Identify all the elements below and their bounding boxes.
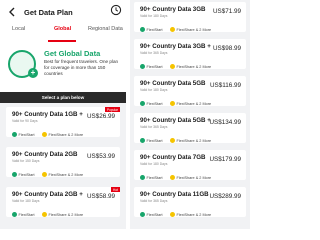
plan-features: FlexiStart FlexiShare & 2 More bbox=[12, 206, 86, 218]
feature-label: FlexiStart bbox=[146, 27, 163, 32]
flexistart-icon bbox=[12, 132, 17, 138]
back-arrow-icon[interactable] bbox=[6, 6, 18, 18]
feature-label: FlexiStart bbox=[18, 172, 35, 177]
flexishare-icon bbox=[170, 212, 175, 218]
tab-regional-data[interactable]: Regional Data bbox=[88, 26, 123, 32]
global-data-promo: + Get Global Data Best for frequent trav… bbox=[0, 44, 126, 92]
plan-card[interactable]: 90+ Country Data 5GB Valid for 180 Days … bbox=[134, 76, 246, 107]
plan-price: US$98.99 bbox=[212, 45, 241, 52]
plan-card[interactable]: Hot 90+ Country Data 2GB + Valid for 180… bbox=[6, 187, 120, 218]
feature-label: FlexiStart bbox=[146, 212, 163, 217]
active-tab-indicator bbox=[48, 40, 76, 42]
flexistart-icon bbox=[140, 175, 145, 181]
plan-card[interactable]: 90+ Country Data 3GB + Valid for 365 Day… bbox=[134, 39, 246, 70]
feature-label: FlexiStart bbox=[18, 212, 35, 217]
promo-subtitle: Best for frequent travelers. One plan fo… bbox=[44, 59, 119, 76]
flexistart-icon bbox=[140, 101, 145, 107]
plan-price: US$179.99 bbox=[209, 156, 241, 163]
plan-validity: Valid for 365 Days bbox=[140, 51, 168, 55]
flexishare-icon bbox=[170, 64, 175, 70]
plan-features: FlexiStart FlexiShare & 2 More bbox=[12, 166, 86, 178]
plan-price: US$289.99 bbox=[209, 193, 241, 200]
plan-validity: Valid for 365 Days bbox=[140, 125, 168, 129]
flexishare-icon bbox=[170, 101, 175, 107]
plan-title: 90+ Country Data 3GB + bbox=[140, 43, 211, 50]
feature-label: FlexiShare & 2 More bbox=[176, 27, 212, 32]
promo-title: Get Global Data bbox=[44, 49, 101, 58]
plan-title: 90+ Country Data 5GB bbox=[140, 80, 206, 87]
plan-validity: Valid for 150 Days bbox=[12, 159, 40, 163]
plan-price: US$71.99 bbox=[212, 8, 241, 15]
feature-label: FlexiShare & 2 More bbox=[48, 212, 84, 217]
feature-label: FlexiStart bbox=[146, 175, 163, 180]
badge: Popular bbox=[105, 107, 120, 112]
plan-title: 90+ Country Data 3GB bbox=[140, 6, 206, 13]
feature-label: FlexiShare & 2 More bbox=[176, 212, 212, 217]
flexishare-icon bbox=[42, 172, 47, 178]
plan-price: US$26.99 bbox=[86, 113, 115, 120]
feature-label: FlexiStart bbox=[18, 132, 35, 137]
tab-global[interactable]: Global bbox=[54, 26, 71, 32]
flexishare-icon bbox=[170, 175, 175, 181]
plan-title: 90+ Country Data 5GB + bbox=[140, 117, 211, 124]
plan-validity: Valid for 180 Days bbox=[140, 88, 168, 92]
plan-features: FlexiStart FlexiShare & 2 More bbox=[12, 126, 86, 138]
page-title: Get Data Plan bbox=[24, 8, 73, 17]
plan-validity: Valid for 90 Days bbox=[12, 119, 38, 123]
feature-label: FlexiShare & 2 More bbox=[48, 132, 84, 137]
app-header: Get Data Plan Local Global Regional Data bbox=[0, 0, 126, 44]
plan-validity: Valid for 180 Days bbox=[140, 162, 168, 166]
badge: Hot bbox=[111, 187, 120, 192]
right-screen: 90+ Country Data 3GB Valid for 180 Days … bbox=[130, 0, 250, 229]
plan-title: 90+ Country Data 2GB bbox=[12, 151, 78, 158]
plan-features: FlexiStart FlexiShare & 2 More bbox=[140, 58, 214, 70]
plan-price: US$134.99 bbox=[209, 119, 241, 126]
plan-price: US$58.99 bbox=[86, 193, 115, 200]
plan-features: FlexiStart FlexiShare & 2 More bbox=[140, 206, 214, 218]
plan-card[interactable]: Popular 90+ Country Data 1GB + Valid for… bbox=[6, 107, 120, 138]
feature-label: FlexiStart bbox=[146, 101, 163, 106]
plan-card[interactable]: 90+ Country Data 7GB Valid for 180 Days … bbox=[134, 150, 246, 181]
flexistart-icon bbox=[140, 27, 145, 33]
plan-title: 90+ Country Data 2GB + bbox=[12, 191, 83, 198]
flexishare-icon bbox=[42, 132, 47, 138]
plan-card[interactable]: 90+ Country Data 2GB Valid for 150 Days … bbox=[6, 147, 120, 178]
plan-features: FlexiStart FlexiShare & 2 More bbox=[140, 169, 214, 181]
plan-card[interactable]: 90+ Country Data 11GB Valid for 365 Days… bbox=[134, 187, 246, 218]
feature-label: FlexiShare & 2 More bbox=[176, 64, 212, 69]
plan-price: US$116.99 bbox=[209, 82, 241, 89]
plan-validity: Valid for 180 Days bbox=[12, 199, 40, 203]
feature-label: FlexiStart bbox=[146, 64, 163, 69]
plan-features: FlexiStart FlexiShare & 2 More bbox=[140, 21, 214, 33]
plan-features: FlexiStart FlexiShare & 2 More bbox=[140, 132, 214, 144]
feature-label: FlexiShare & 2 More bbox=[176, 138, 212, 143]
plan-title: 90+ Country Data 7GB bbox=[140, 154, 206, 161]
history-icon[interactable] bbox=[110, 4, 122, 16]
flexistart-icon bbox=[12, 172, 17, 178]
flexishare-icon bbox=[170, 27, 175, 33]
plan-validity: Valid for 180 Days bbox=[140, 14, 168, 18]
feature-label: FlexiShare & 2 More bbox=[176, 101, 212, 106]
tab-local[interactable]: Local bbox=[12, 26, 25, 32]
plan-price: US$53.99 bbox=[86, 153, 115, 160]
feature-label: FlexiShare & 2 More bbox=[176, 175, 212, 180]
plus-icon: + bbox=[28, 68, 38, 78]
flexishare-icon bbox=[170, 138, 175, 144]
left-screen: Get Data Plan Local Global Regional Data… bbox=[0, 0, 126, 229]
feature-label: FlexiStart bbox=[146, 138, 163, 143]
flexistart-icon bbox=[140, 138, 145, 144]
plan-tabs: Local Global Regional Data bbox=[0, 26, 126, 38]
flexistart-icon bbox=[140, 64, 145, 70]
flexistart-icon bbox=[140, 212, 145, 218]
plan-validity: Valid for 365 Days bbox=[140, 199, 168, 203]
feature-label: FlexiShare & 2 More bbox=[48, 172, 84, 177]
select-plan-bar: Select a plan below bbox=[0, 92, 126, 103]
plan-title: 90+ Country Data 11GB bbox=[140, 191, 209, 198]
flexishare-icon bbox=[42, 212, 47, 218]
flexistart-icon bbox=[12, 212, 17, 218]
plan-title: 90+ Country Data 1GB + bbox=[12, 111, 83, 118]
plan-card[interactable]: 90+ Country Data 3GB Valid for 180 Days … bbox=[134, 2, 246, 33]
plan-features: FlexiStart FlexiShare & 2 More bbox=[140, 95, 214, 107]
plan-card[interactable]: 90+ Country Data 5GB + Valid for 365 Day… bbox=[134, 113, 246, 144]
